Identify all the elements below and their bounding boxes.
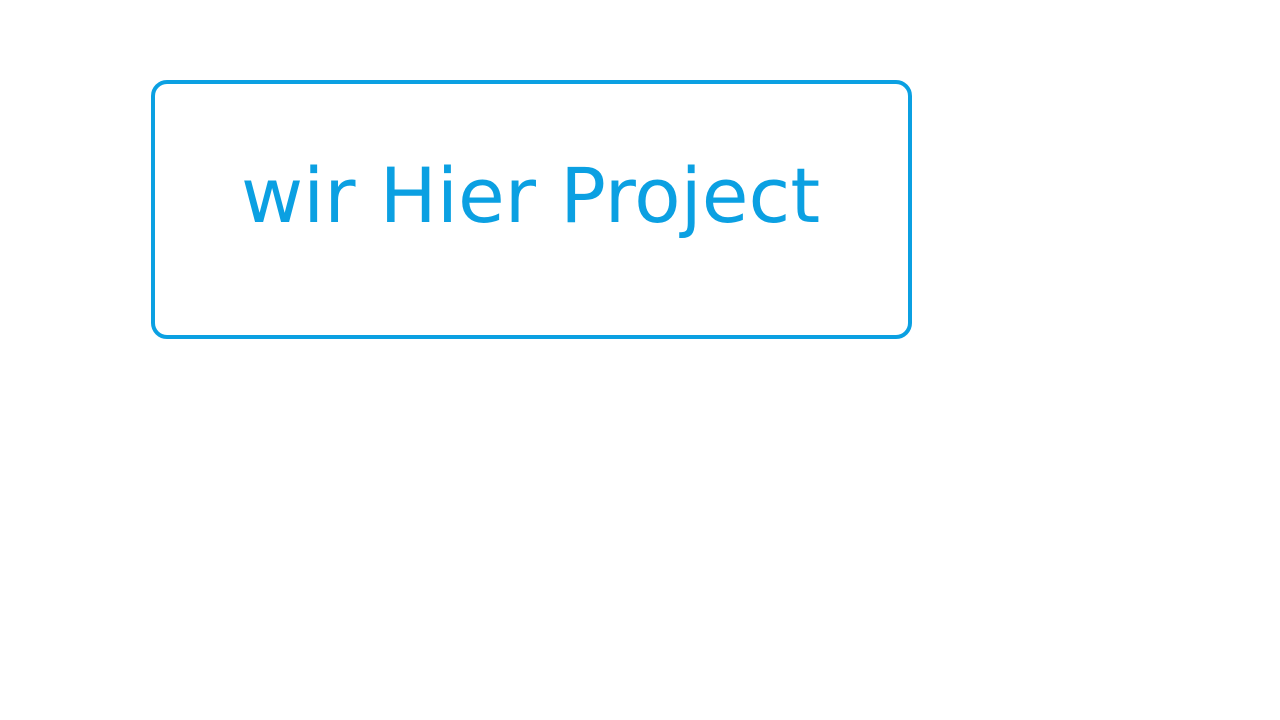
slide-canvas: wir Hier Project bbox=[0, 0, 1280, 720]
slide-title[interactable]: wir Hier Project bbox=[241, 158, 820, 234]
title-box[interactable]: wir Hier Project bbox=[151, 80, 912, 339]
